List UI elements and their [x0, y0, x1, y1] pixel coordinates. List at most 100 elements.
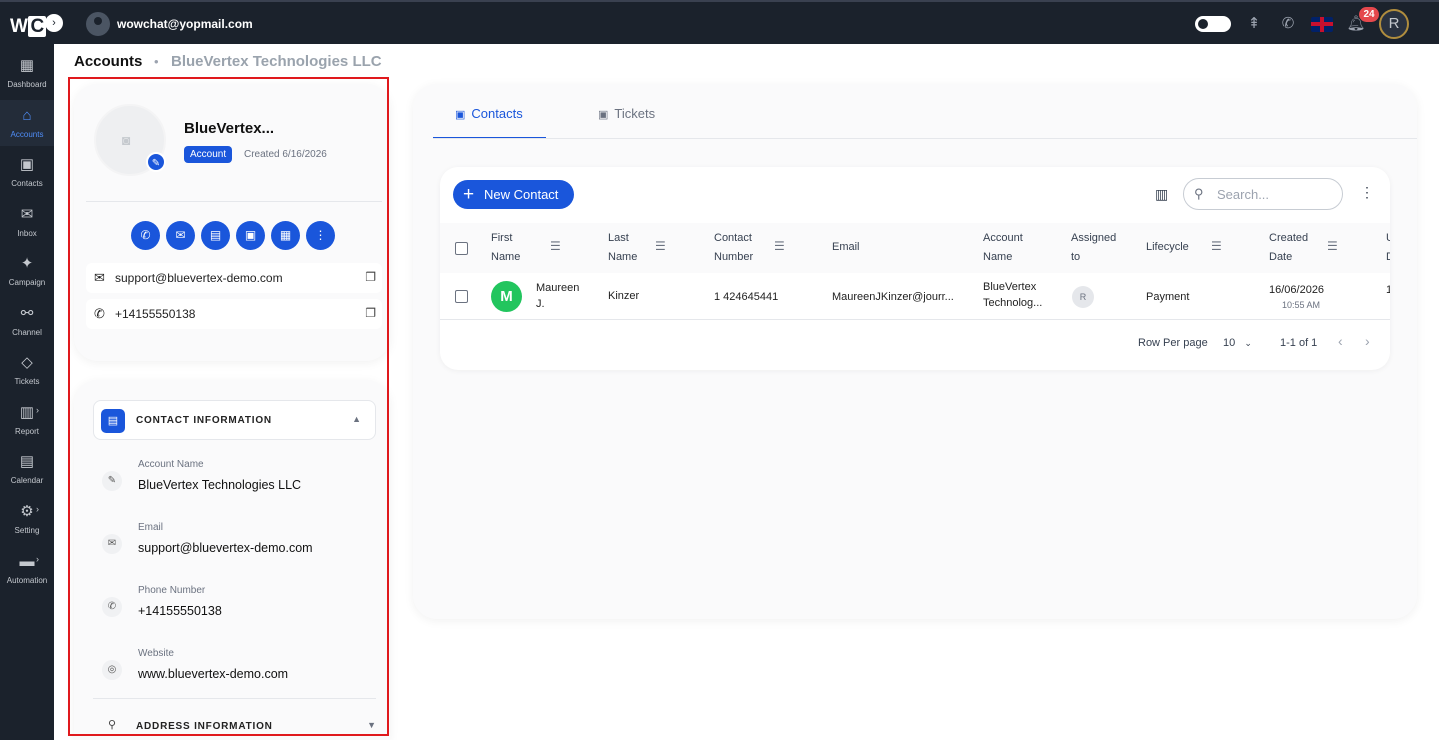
- cell-email: MaureenJKinzer@jourr...: [832, 291, 954, 303]
- sidebar-item-inbox[interactable]: ✉ Inbox: [0, 199, 54, 245]
- tab-label: Contacts: [471, 106, 523, 121]
- notification-bell-icon[interactable]: 🔔︎ 24: [1345, 7, 1379, 35]
- sidebar-item-label: Inbox: [17, 229, 37, 238]
- sidebar-item-dashboard[interactable]: ▦ Dashboard: [0, 50, 54, 96]
- filter-icon[interactable]: ☰: [655, 239, 666, 253]
- sidebar-item-report[interactable]: ▥ › Report: [0, 397, 54, 443]
- tab-divider: [433, 138, 1417, 139]
- rows-per-page-select[interactable]: 10 ⌄: [1223, 337, 1252, 349]
- column-created-date[interactable]: Created Date: [1269, 223, 1308, 273]
- filter-icon[interactable]: ☰: [774, 239, 785, 253]
- filter-icon[interactable]: ☰: [550, 239, 561, 253]
- assigned-avatar: R: [1072, 286, 1094, 308]
- filter-icon[interactable]: ☰: [1327, 239, 1338, 253]
- related-records-panel: ▣ Contacts ▣ Tickets + New Contact ▥ ⚲ Sear…: [413, 84, 1417, 619]
- select-all-checkbox[interactable]: [455, 242, 468, 255]
- report-icon: ▥: [19, 404, 35, 421]
- channel-icon: ⚯: [20, 305, 34, 322]
- sidebar-item-label: Accounts: [10, 130, 44, 139]
- sidebar-item-contacts[interactable]: ▣ Contacts: [0, 149, 54, 195]
- column-last-name[interactable]: Last Name: [608, 223, 637, 273]
- search-icon: ⚲: [1194, 186, 1204, 201]
- uk-flag-icon[interactable]: [1311, 16, 1333, 32]
- table-header: First Name ☰ Last Name ☰ Contact Number ☰ E…: [440, 223, 1390, 273]
- home-icon: ⌂: [22, 107, 32, 124]
- highlight-outline: [68, 77, 389, 736]
- contacts-table-card: + New Contact ▥ ⚲ Search... ⋮ First Name ☰…: [440, 167, 1390, 370]
- cell-contact-number: 1 424645441: [714, 291, 779, 303]
- breadcrumb-accounts[interactable]: Accounts: [74, 53, 142, 70]
- sidebar-item-label: Channel: [12, 328, 42, 337]
- cell-last-name: Kinzer: [608, 290, 640, 302]
- new-contact-button[interactable]: + New Contact: [453, 180, 574, 209]
- cell-account-name: BlueVertex Technolog...: [983, 281, 1043, 309]
- table-row[interactable]: M Maureen J. Kinzer 1 424645441 MaureenJK…: [440, 273, 1390, 320]
- sidebar-item-calendar[interactable]: ▤ Calendar: [0, 446, 54, 492]
- cell-lifecycle: Payment: [1146, 291, 1190, 303]
- sidebar-item-label: Contacts: [11, 179, 43, 188]
- cell-created-date: 16/06/2026: [1269, 284, 1325, 296]
- next-page-icon[interactable]: ›: [1365, 333, 1370, 349]
- ticket-icon: ▣: [598, 109, 609, 121]
- broadcast-icon[interactable]: ⇞: [1243, 13, 1265, 35]
- user-avatar-icon[interactable]: [86, 12, 110, 36]
- sidebar: ▦ Dashboard ⌂ Accounts ▣ Contacts ✉ Inbo…: [0, 44, 54, 740]
- user-email: wowchat@yopmail.com: [117, 17, 253, 31]
- sidebar-item-label: Dashboard: [7, 80, 47, 89]
- rows-per-page-value: 10: [1223, 337, 1236, 349]
- column-lifecycle[interactable]: Lifecycle: [1146, 223, 1189, 273]
- sidebar-item-tickets[interactable]: ◇ Tickets: [0, 347, 54, 393]
- tab-tickets[interactable]: ▣ Tickets: [598, 106, 688, 139]
- prev-page-icon[interactable]: ‹: [1338, 333, 1343, 349]
- sidebar-item-campaign[interactable]: ✦ Campaign: [0, 248, 54, 294]
- chevron-right-icon: ›: [36, 554, 39, 564]
- column-first-name[interactable]: First Name: [491, 223, 520, 273]
- contact-card-icon: ▣: [455, 109, 466, 121]
- row-checkbox[interactable]: [455, 290, 468, 303]
- sidebar-toggle-icon[interactable]: ›: [45, 14, 63, 32]
- sidebar-item-label: Tickets: [14, 377, 40, 386]
- search-input[interactable]: ⚲ Search...: [1183, 178, 1343, 210]
- sidebar-item-channel[interactable]: ⚯ Channel: [0, 298, 54, 344]
- rows-per-page-label: Row Per page: [1138, 337, 1208, 349]
- breadcrumb-separator: •: [154, 54, 159, 69]
- automation-icon: ▬: [19, 553, 35, 570]
- sidebar-item-label: Campaign: [8, 278, 46, 287]
- sidebar-item-automation[interactable]: ▬ › Automation: [0, 546, 54, 592]
- filter-icon[interactable]: ☰: [1211, 239, 1222, 253]
- tab-contacts[interactable]: ▣ Contacts: [433, 106, 546, 139]
- search-placeholder: Search...: [1217, 187, 1270, 202]
- tab-label: Tickets: [614, 106, 656, 121]
- top-bar: WC › wowchat@yopmail.com ⇞ ✆ 🔔︎ 24 R: [0, 0, 1439, 44]
- top-icons: ⇞ ✆ 🔔︎ 24 R: [1195, 7, 1409, 40]
- pagination-range: 1-1 of 1: [1280, 337, 1318, 349]
- columns-icon[interactable]: ▥: [1155, 186, 1168, 203]
- gear-icon: ⚙: [20, 503, 34, 520]
- sidebar-item-setting[interactable]: ⚙ › Setting: [0, 496, 54, 542]
- new-contact-label: New Contact: [484, 187, 559, 202]
- plus-icon: +: [463, 184, 475, 205]
- inbox-icon: ✉: [20, 206, 34, 223]
- campaign-icon: ✦: [20, 255, 34, 272]
- phone-call-icon[interactable]: ✆: [1277, 13, 1299, 35]
- theme-toggle[interactable]: [1195, 16, 1231, 32]
- chevron-down-icon: ⌄: [1244, 338, 1252, 348]
- column-contact-number[interactable]: Contact Number: [714, 223, 753, 273]
- dashboard-icon: ▦: [19, 57, 35, 74]
- notification-count-badge: 24: [1359, 7, 1379, 22]
- column-email[interactable]: Email: [832, 223, 860, 273]
- cell-updated-date: 1: [1386, 284, 1390, 296]
- more-options-icon[interactable]: ⋮: [1360, 184, 1374, 201]
- calendar-icon: ▤: [19, 453, 35, 470]
- sidebar-item-label: Report: [14, 427, 39, 436]
- column-updated-date[interactable]: UD: [1386, 223, 1390, 273]
- app-logo[interactable]: WC: [10, 16, 46, 38]
- sidebar-item-label: Setting: [14, 526, 40, 535]
- profile-avatar[interactable]: R: [1379, 9, 1409, 39]
- column-assigned-to[interactable]: Assigned to: [1071, 223, 1116, 273]
- sidebar-item-accounts[interactable]: ⌂ Accounts: [0, 100, 54, 146]
- chevron-right-icon: ›: [36, 405, 39, 415]
- column-account-name[interactable]: Account Name: [983, 223, 1023, 273]
- sidebar-item-label: Automation: [6, 576, 48, 585]
- cell-first-name: Maureen J.: [536, 282, 580, 310]
